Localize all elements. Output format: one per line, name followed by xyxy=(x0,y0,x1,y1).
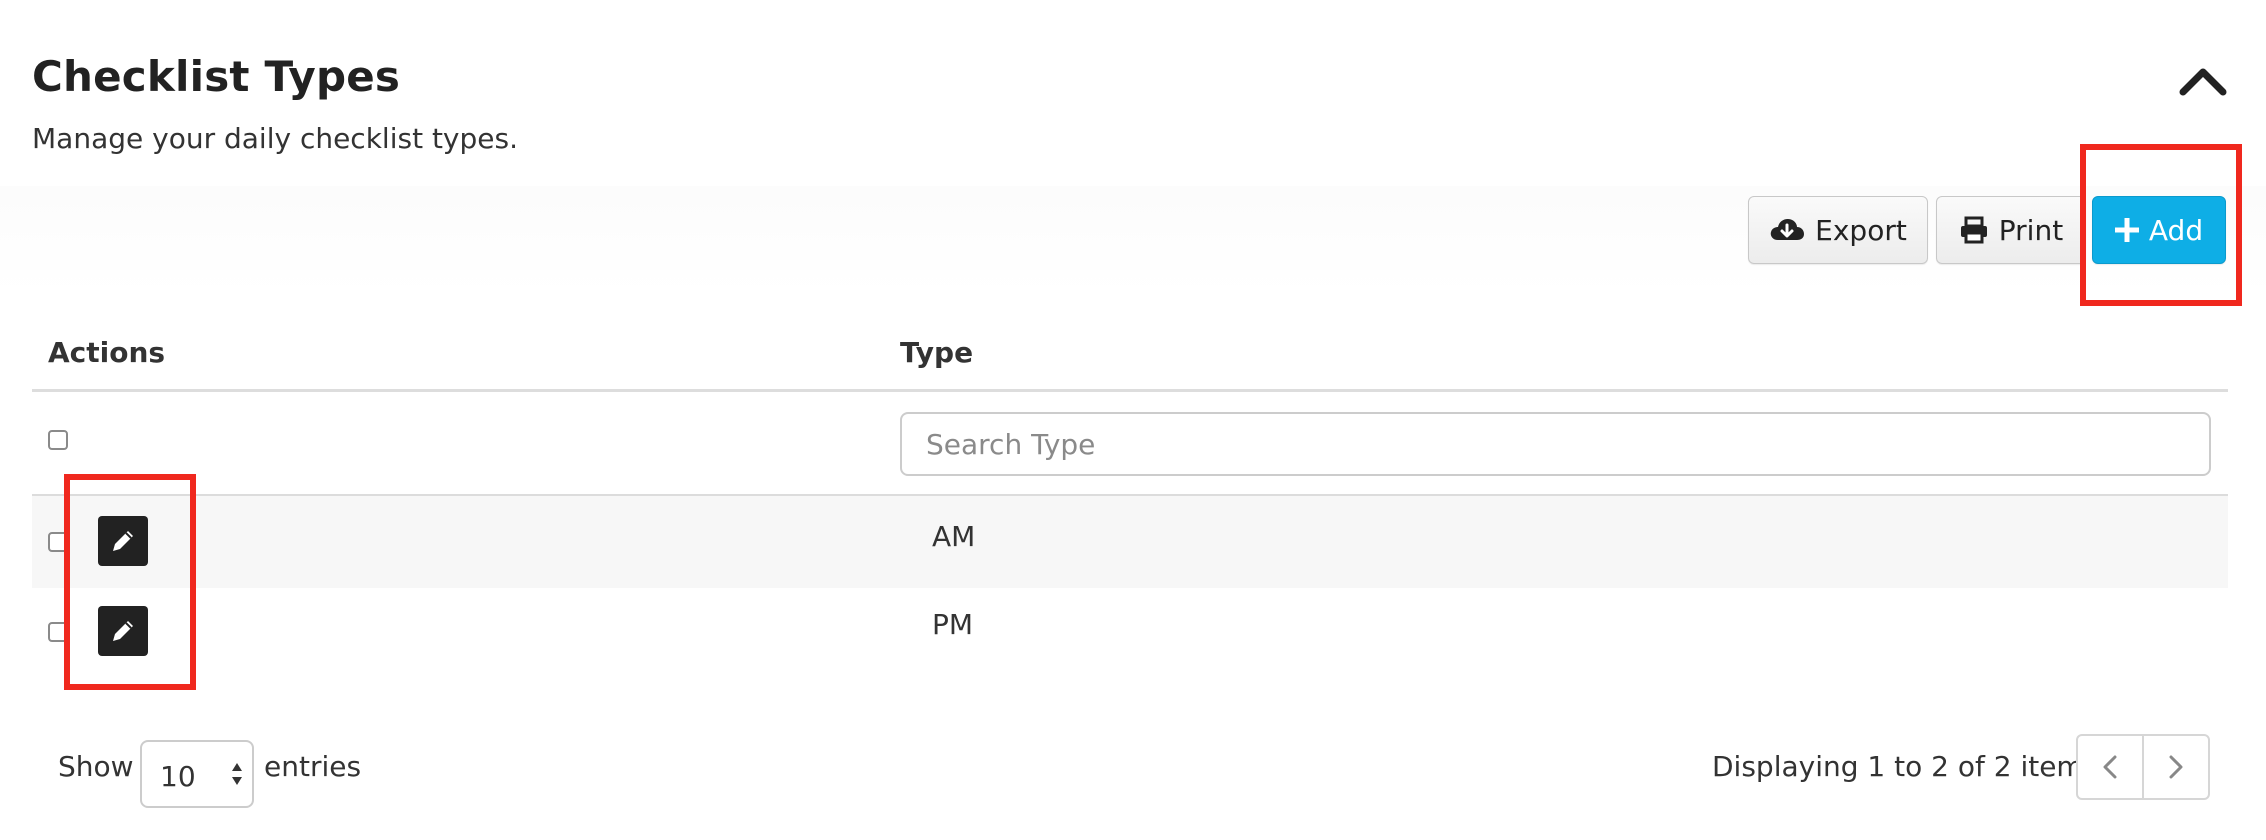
table-row: PM xyxy=(32,588,2228,680)
chevron-up-icon xyxy=(2179,68,2227,96)
edit-button[interactable] xyxy=(98,516,148,566)
printer-icon xyxy=(1960,216,1987,244)
page-subtitle: Manage your daily checklist types. xyxy=(32,122,518,155)
type-cell: PM xyxy=(932,608,974,641)
page-size-select[interactable]: 10 xyxy=(140,740,254,808)
show-label: Show xyxy=(58,750,134,783)
add-button[interactable]: Add xyxy=(2092,196,2226,264)
print-button[interactable]: Print xyxy=(1936,196,2086,264)
chevron-left-icon xyxy=(2103,755,2117,779)
select-all-checkbox[interactable] xyxy=(48,430,68,450)
page-size-value: 10 xyxy=(160,760,196,793)
table-row: AM xyxy=(32,494,2228,590)
plus-icon xyxy=(2114,218,2139,242)
cloud-download-icon xyxy=(1770,219,1805,240)
column-header-type: Type xyxy=(900,336,974,369)
previous-page-button[interactable] xyxy=(2078,736,2142,798)
export-button[interactable]: Export xyxy=(1748,196,1928,264)
row-checkbox[interactable] xyxy=(48,622,68,642)
pencil-icon xyxy=(113,621,133,641)
next-page-button[interactable] xyxy=(2142,736,2208,798)
select-arrows-icon xyxy=(232,763,242,785)
page-title: Checklist Types xyxy=(32,52,401,101)
checklist-types-page: Checklist Types Manage your daily checkl… xyxy=(0,0,2266,840)
chevron-right-icon xyxy=(2169,755,2183,779)
pagination-summary: Displaying 1 to 2 of 2 items xyxy=(1712,750,2099,783)
export-label: Export xyxy=(1815,213,1907,247)
add-label: Add xyxy=(2148,213,2204,247)
collapse-button[interactable] xyxy=(2172,56,2234,106)
type-cell: AM xyxy=(932,520,976,553)
row-checkbox[interactable] xyxy=(48,532,68,552)
column-header-actions: Actions xyxy=(48,336,166,369)
table-header-divider xyxy=(32,389,2228,392)
print-label: Print xyxy=(1998,213,2064,247)
pencil-icon xyxy=(113,531,133,551)
edit-button[interactable] xyxy=(98,606,148,656)
pagination-controls xyxy=(2076,734,2210,800)
search-type-input[interactable] xyxy=(900,412,2211,476)
entries-label: entries xyxy=(264,750,362,783)
